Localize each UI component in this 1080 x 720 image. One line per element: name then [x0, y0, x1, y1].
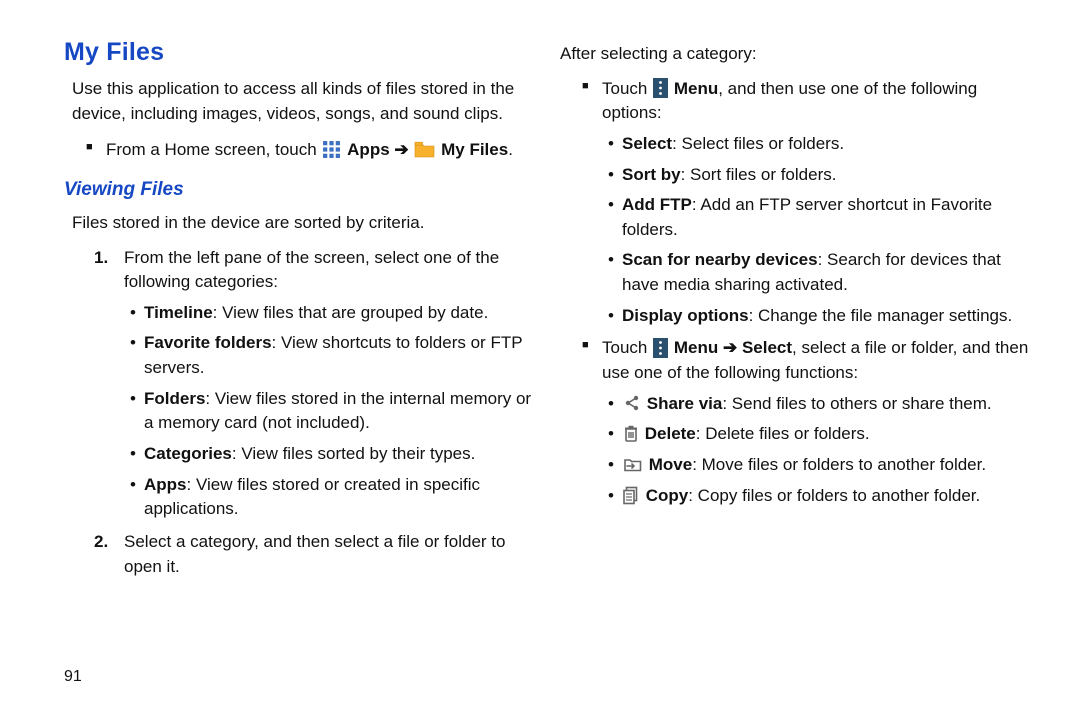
- sorted-text: Files stored in the device are sorted by…: [72, 211, 536, 236]
- trash-icon: [623, 425, 639, 443]
- home-instruction-prefix: From a Home screen, touch: [106, 140, 321, 159]
- opt-bold: Select: [622, 134, 672, 153]
- apps-grid-icon: [322, 140, 341, 159]
- opt-bold: Scan for nearby devices: [622, 250, 818, 269]
- opt-bold: Display options: [622, 306, 749, 325]
- home-instruction-period: .: [508, 140, 513, 159]
- action-rest: : Move files or folders to another folde…: [692, 455, 986, 474]
- right-column: After selecting a category: Touch Menu, …: [560, 38, 1032, 696]
- folder-icon: [414, 141, 435, 158]
- select-label: Select: [742, 338, 792, 357]
- home-instruction-list: From a Home screen, touch Apps ➔: [64, 134, 536, 171]
- arrow-icon: ➔: [723, 338, 737, 357]
- viewing-files-heading: Viewing Files: [64, 179, 536, 201]
- menu-touch-item: Touch Menu, and then use one of the foll…: [560, 77, 1032, 329]
- action-item: Delete: Delete files or folders.: [605, 422, 1032, 447]
- menu-option: Sort by: Sort files or folders.: [605, 163, 1032, 188]
- cat-bold: Timeline: [144, 303, 213, 322]
- step-number: 2.: [94, 530, 108, 555]
- cat-rest: : View files that are grouped by date.: [213, 303, 489, 322]
- opt-rest: : Change the file manager settings.: [749, 306, 1013, 325]
- action-bold: Copy: [646, 486, 689, 505]
- category-item: Favorite folders: View shortcuts to fold…: [127, 331, 536, 380]
- opt-rest: : Sort files or folders.: [681, 165, 837, 184]
- section-title: My Files: [64, 38, 536, 67]
- action-bold: Move: [649, 455, 692, 474]
- action-rest: : Delete files or folders.: [696, 424, 870, 443]
- cat-bold: Favorite folders: [144, 333, 272, 352]
- steps-list: 1. From the left pane of the screen, sel…: [64, 242, 536, 588]
- category-item: Timeline: View files that are grouped by…: [127, 301, 536, 326]
- cat-rest: : View files sorted by their types.: [232, 444, 475, 463]
- my-files-label: My Files: [441, 140, 508, 159]
- cat-bold: Categories: [144, 444, 232, 463]
- cat-bold: Folders: [144, 389, 205, 408]
- copy-icon: [623, 486, 640, 505]
- step-1: 1. From the left pane of the screen, sel…: [64, 246, 536, 522]
- menu-label: Menu: [674, 79, 718, 98]
- home-instruction-item: From a Home screen, touch Apps ➔: [64, 138, 536, 163]
- category-item: Apps: View files stored or created in sp…: [127, 473, 536, 522]
- step-number: 1.: [94, 246, 108, 271]
- menu-option: Scan for nearby devices: Search for devi…: [605, 248, 1032, 297]
- menu-label: Menu: [674, 338, 718, 357]
- menu-options-list: Select: Select files or folders. Sort by…: [605, 132, 1032, 328]
- menu-select-item: Touch Menu ➔ Select, select a file or fo…: [560, 336, 1032, 508]
- apps-label: Apps: [347, 140, 390, 159]
- arrow-icon: ➔: [394, 140, 408, 159]
- touch-prefix: Touch: [602, 338, 652, 357]
- action-rest: : Send files to others or share them.: [722, 394, 991, 413]
- categories-list: Timeline: View files that are grouped by…: [127, 301, 536, 522]
- category-item: Folders: View files stored in the intern…: [127, 387, 536, 436]
- actions-list: Share via: Send files to others or share…: [605, 392, 1032, 509]
- category-item: Categories: View files sorted by their t…: [127, 442, 536, 467]
- share-icon: [623, 394, 641, 412]
- after-category-list: Touch Menu, and then use one of the foll…: [560, 73, 1032, 517]
- page-number: 91: [64, 668, 82, 686]
- more-menu-icon: [653, 78, 668, 98]
- cat-bold: Apps: [144, 475, 187, 494]
- action-bold: Share via: [647, 394, 723, 413]
- left-column: My Files Use this application to access …: [64, 38, 536, 696]
- touch-prefix: Touch: [602, 79, 652, 98]
- after-selecting-text: After selecting a category:: [560, 42, 1032, 67]
- action-bold: Delete: [645, 424, 696, 443]
- more-menu-icon: [653, 338, 668, 358]
- opt-bold: Add FTP: [622, 195, 692, 214]
- action-item: Move: Move files or folders to another f…: [605, 453, 1032, 478]
- move-folder-icon: [623, 455, 643, 473]
- cat-rest: : View files stored or created in specif…: [144, 475, 480, 519]
- menu-option: Display options: Change the file manager…: [605, 304, 1032, 329]
- action-rest: : Copy files or folders to another folde…: [688, 486, 980, 505]
- step-text: From the left pane of the screen, select…: [124, 248, 499, 292]
- step-text: Select a category, and then select a fil…: [124, 532, 505, 576]
- intro-paragraph: Use this application to access all kinds…: [72, 77, 536, 126]
- action-item: Share via: Send files to others or share…: [605, 392, 1032, 417]
- action-item: Copy: Copy files or folders to another f…: [605, 484, 1032, 509]
- opt-rest: : Select files or folders.: [672, 134, 844, 153]
- opt-bold: Sort by: [622, 165, 681, 184]
- menu-option: Add FTP: Add an FTP server shortcut in F…: [605, 193, 1032, 242]
- step-2: 2. Select a category, and then select a …: [64, 530, 536, 579]
- menu-option: Select: Select files or folders.: [605, 132, 1032, 157]
